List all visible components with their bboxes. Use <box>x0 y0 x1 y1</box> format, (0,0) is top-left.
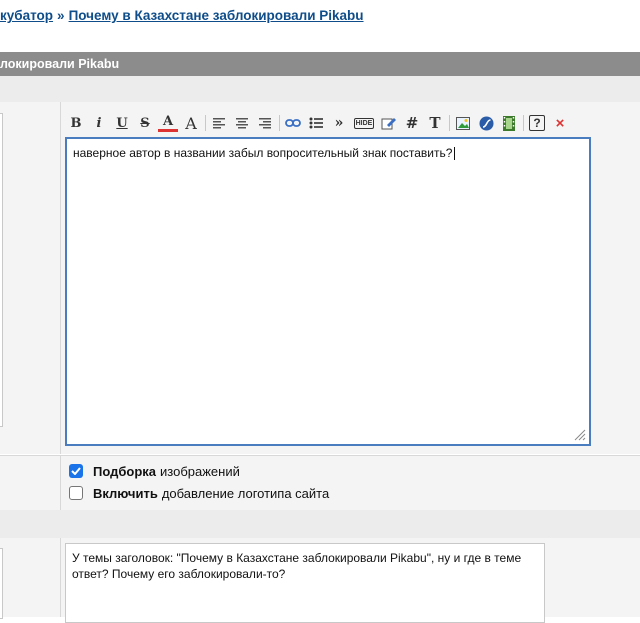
comment-text-box[interactable]: У темы заголовок: "Почему в Казахстане з… <box>65 543 545 623</box>
underline-icon[interactable]: U <box>112 113 132 133</box>
close-icon[interactable]: × <box>550 113 570 133</box>
align-right-icon[interactable] <box>255 113 275 133</box>
list-icon[interactable] <box>306 113 326 133</box>
flash-icon[interactable] <box>476 113 496 133</box>
left-inner-panel-bottom <box>0 548 3 619</box>
pick-images-label: изображений <box>160 463 240 479</box>
editor-toolbar: B i U S A A » HIDE # T ? × <box>66 112 592 134</box>
toolbar-separator <box>279 115 280 131</box>
left-column-options <box>0 455 61 511</box>
toolbar-separator <box>449 115 450 131</box>
breadcrumb-parent-link[interactable]: кубатор <box>0 8 53 23</box>
left-inner-panel <box>0 113 3 427</box>
video-icon[interactable] <box>499 113 519 133</box>
breadcrumb-current-link[interactable]: Почему в Казахстане заблокировали Pikabu <box>69 8 364 23</box>
align-left-icon[interactable] <box>209 113 229 133</box>
strikethrough-icon[interactable]: S <box>135 113 155 133</box>
breadcrumb-separator: » <box>57 8 65 23</box>
option-pick-images[interactable]: Подборка изображений <box>69 462 240 480</box>
option-logo[interactable]: Включить добавление логотипа сайта <box>69 484 329 502</box>
font-color-icon[interactable]: A <box>158 114 178 132</box>
title-bar-text: локировали Pikabu <box>0 57 120 71</box>
quote-icon[interactable]: » <box>329 113 349 133</box>
text-caret <box>454 147 456 161</box>
image-icon[interactable] <box>453 113 473 133</box>
left-column-comment <box>0 538 61 617</box>
logo-label: добавление логотипа сайта <box>161 485 330 501</box>
italic-icon[interactable]: i <box>89 113 109 133</box>
align-center-icon[interactable] <box>232 113 252 133</box>
toolbar-separator <box>205 115 206 131</box>
help-icon[interactable]: ? <box>527 113 547 133</box>
toolbar-separator <box>523 115 524 131</box>
comment-text: У темы заголовок: "Почему в Казахстане з… <box>72 551 522 581</box>
hide-label: HIDE <box>353 117 375 129</box>
logo-label-bold: Включить <box>93 485 158 501</box>
edit-icon[interactable] <box>379 113 399 133</box>
resize-grip-icon[interactable] <box>574 429 586 441</box>
title-bar: локировали Pikabu <box>0 52 640 76</box>
code-icon[interactable]: # <box>402 113 422 133</box>
header-row <box>0 76 640 103</box>
editor-text: наверное автор в названии забыл вопросит… <box>73 146 453 160</box>
message-editor[interactable]: наверное автор в названии забыл вопросит… <box>65 137 591 446</box>
text-icon[interactable]: T <box>425 113 445 133</box>
help-label: ? <box>529 115 545 131</box>
pick-images-label-bold: Подборка <box>93 463 157 479</box>
bold-icon[interactable]: B <box>66 113 86 133</box>
logo-checkbox[interactable] <box>69 486 83 500</box>
checkmark-icon <box>71 467 81 475</box>
hide-icon[interactable]: HIDE <box>352 113 376 133</box>
section-divider-row <box>0 510 640 538</box>
left-column-editor <box>0 102 61 454</box>
pick-images-checkbox[interactable] <box>69 464 83 478</box>
font-size-icon[interactable]: A <box>181 113 201 133</box>
breadcrumb: кубатор » Почему в Казахстане заблокировал… <box>0 8 364 26</box>
link-icon[interactable] <box>283 113 303 133</box>
